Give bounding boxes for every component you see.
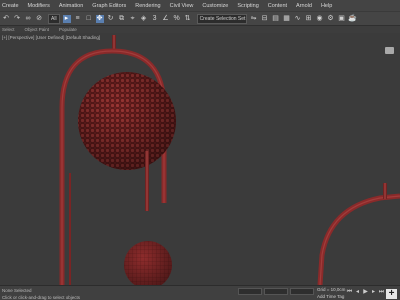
- selection-filter-dropdown[interactable]: All: [48, 13, 60, 24]
- align-icon[interactable]: ⊟: [261, 15, 269, 23]
- rotate-icon[interactable]: ↻: [107, 15, 115, 23]
- material-editor-icon[interactable]: ◉: [316, 15, 324, 23]
- menu-help[interactable]: Help: [321, 3, 332, 9]
- top-rod[interactable]: [112, 35, 116, 49]
- viewcube-icon[interactable]: [385, 47, 394, 54]
- viewport-label[interactable]: [+] [Perspective] [User Defined] [Defaul…: [2, 35, 100, 40]
- select-by-name-icon[interactable]: ≡: [74, 15, 82, 23]
- move-icon[interactable]: ✥: [95, 14, 104, 23]
- ribbon-tabs: Select Object Paint Populate: [0, 25, 400, 33]
- perspective-viewport[interactable]: [+] [Perspective] [User Defined] [Defaul…: [0, 33, 400, 285]
- select-object-icon[interactable]: ▸: [62, 14, 71, 23]
- menu-arnold[interactable]: Arnold: [296, 3, 312, 9]
- ribbon-select[interactable]: Select: [2, 27, 15, 32]
- menu-content[interactable]: Content: [268, 3, 287, 9]
- goto-end-icon[interactable]: ⏭: [378, 289, 385, 296]
- viewport-scene[interactable]: [0, 33, 400, 285]
- unlink-icon[interactable]: ⊘: [35, 15, 43, 23]
- menu-animation[interactable]: Animation: [59, 3, 83, 9]
- reference-coord-icon[interactable]: ⌖: [129, 15, 137, 23]
- percent-snap-icon[interactable]: %: [173, 15, 181, 23]
- play-icon[interactable]: ▶: [362, 289, 369, 296]
- ribbon-object-paint[interactable]: Object Paint: [25, 27, 50, 32]
- main-toolbar: ↶ ↷ ∞ ⊘ All ▸ ≡ □ ✥ ↻ ⧉ ⌖ ◈ 3 ∠ % ⇅ Crea…: [0, 11, 400, 25]
- menu-rendering[interactable]: Rendering: [135, 3, 160, 9]
- redo-icon[interactable]: ↷: [13, 15, 21, 23]
- prev-frame-icon[interactable]: ◂: [354, 289, 361, 296]
- render-setup-icon[interactable]: ⚙: [327, 15, 335, 23]
- menu-modifiers[interactable]: Modifiers: [28, 3, 50, 9]
- x-coordinate-field[interactable]: [238, 288, 262, 295]
- z-coordinate-field[interactable]: [290, 288, 314, 295]
- right-arch-frame[interactable]: [317, 193, 400, 285]
- menu-create[interactable]: Create: [2, 3, 19, 9]
- grid-size: Grid = 10,0cm: [317, 287, 346, 292]
- status-bar: None Selected Click or click-and-drag to…: [0, 285, 400, 300]
- ribbon-populate[interactable]: Populate: [59, 27, 77, 32]
- prompt-text: Click or click-and-drag to select object…: [2, 295, 81, 300]
- pivot-icon[interactable]: ◈: [140, 15, 148, 23]
- rect-selection-icon[interactable]: □: [85, 15, 93, 23]
- undo-icon[interactable]: ↶: [2, 15, 10, 23]
- y-coordinate-field[interactable]: [264, 288, 288, 295]
- goto-start-icon[interactable]: ⏮: [346, 289, 353, 296]
- selection-info: None Selected: [2, 288, 32, 293]
- scale-icon[interactable]: ⧉: [118, 15, 126, 23]
- curve-editor-icon[interactable]: ∿: [294, 15, 302, 23]
- scene-explorer-icon[interactable]: ▦: [283, 15, 291, 23]
- snap-3-icon[interactable]: 3: [151, 15, 159, 23]
- menu-graph-editors[interactable]: Graph Editors: [92, 3, 126, 9]
- menu-customize[interactable]: Customize: [202, 3, 228, 9]
- set-key-icon[interactable]: +: [386, 289, 397, 299]
- add-time-tag[interactable]: Add Time Tag: [317, 294, 344, 299]
- layer-icon[interactable]: ▤: [272, 15, 280, 23]
- menu-scripting[interactable]: Scripting: [237, 3, 258, 9]
- render-frame-icon[interactable]: ▣: [338, 15, 346, 23]
- mirror-icon[interactable]: ⇋: [250, 15, 258, 23]
- right-rod[interactable]: [383, 183, 387, 199]
- angle-snap-icon[interactable]: ∠: [162, 15, 170, 23]
- menu-bar: Create Modifiers Animation Graph Editors…: [0, 0, 400, 11]
- schematic-icon[interactable]: ⊞: [305, 15, 313, 23]
- next-frame-icon[interactable]: ▸: [370, 289, 377, 296]
- named-selection-dropdown[interactable]: Create Selection Set: [196, 13, 247, 24]
- link-icon[interactable]: ∞: [24, 15, 32, 23]
- spinner-snap-icon[interactable]: ⇅: [184, 15, 192, 23]
- render-icon[interactable]: ☕: [348, 15, 357, 23]
- menu-civil-view[interactable]: Civil View: [170, 3, 194, 9]
